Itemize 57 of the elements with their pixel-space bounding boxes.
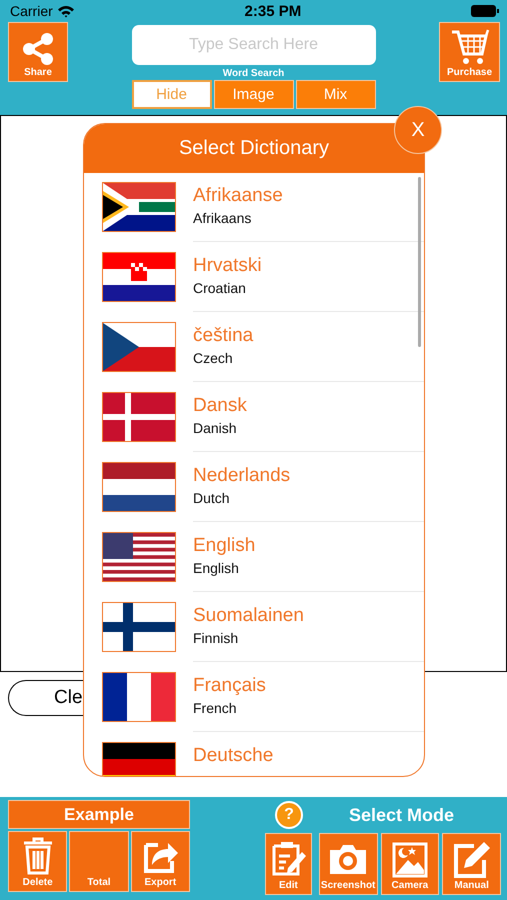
language-english-name: Czech: [193, 349, 234, 367]
clear-button[interactable]: Cle: [8, 680, 83, 716]
flag-icon: [103, 393, 175, 441]
mode-tab[interactable]: Hide: [132, 80, 212, 109]
dictionary-item[interactable]: English English: [84, 523, 424, 593]
wifi-icon: [56, 4, 75, 18]
language-name: čeština: [193, 325, 254, 347]
dictionary-item[interactable]: Afrikaanse Afrikaans: [84, 173, 424, 243]
dictionary-item[interactable]: Français French: [84, 663, 424, 733]
search-caption: Word Search: [222, 68, 284, 79]
language-english-name: French: [193, 699, 238, 717]
flag-icon: [103, 533, 175, 581]
cart-icon: [450, 28, 490, 66]
language-name: English: [193, 535, 256, 557]
language-name: Suomalainen: [193, 605, 305, 627]
share-button[interactable]: Share: [8, 22, 68, 82]
language-name: Dansk: [193, 395, 248, 417]
dictionary-item[interactable]: Deutsche: [84, 733, 424, 776]
status-time: 2:35 PM: [244, 2, 302, 20]
flag-icon: [103, 673, 175, 721]
language-name: Hrvatski: [193, 255, 263, 277]
mode-tab[interactable]: Mix: [296, 80, 376, 109]
mode-button[interactable]: Manual: [442, 833, 501, 895]
carrier-label: Carrier: [10, 3, 53, 19]
flag-icon: [103, 183, 175, 231]
mode-tab[interactable]: Image: [214, 80, 294, 109]
toolbar-button[interactable]: Delete: [8, 831, 68, 892]
language-english-name: Afrikaans: [193, 209, 252, 227]
dictionary-item[interactable]: Hrvatski Croatian: [84, 243, 424, 313]
mode-button[interactable]: Camera: [380, 833, 440, 895]
share-icon: [21, 32, 55, 66]
flag-icon: [103, 603, 175, 651]
language-english-name: English: [193, 559, 240, 577]
mode-button[interactable]: Edit: [265, 833, 312, 895]
dictionary-item[interactable]: Nederlands Dutch: [84, 453, 424, 523]
flag-icon: [103, 253, 175, 301]
language-name: Deutsche: [193, 745, 274, 767]
purchase-button[interactable]: Purchase: [439, 22, 500, 82]
dictionary-item[interactable]: Suomalainen Finnish: [84, 593, 424, 663]
language-name: Nederlands: [193, 465, 292, 487]
toolbar-button[interactable]: Total: [69, 831, 129, 892]
language-english-name: Danish: [193, 419, 238, 437]
dictionary-item[interactable]: Dansk Danish: [84, 383, 424, 453]
dictionary-item[interactable]: čeština Czech: [84, 313, 424, 383]
toolbar-button[interactable]: Export: [130, 831, 190, 892]
flag-icon: [103, 463, 175, 511]
help-button[interactable]: ?: [275, 801, 303, 829]
mode-title: Select Mode: [349, 804, 454, 826]
language-english-name: Croatian: [193, 279, 247, 297]
language-name: Français: [193, 675, 267, 697]
flag-icon: [103, 323, 175, 371]
language-english-name: Finnish: [193, 629, 240, 647]
mode-button[interactable]: Screenshot: [318, 833, 378, 895]
battery-icon: [470, 5, 499, 17]
language-english-name: Dutch: [193, 489, 231, 507]
language-name: Afrikaanse: [193, 185, 284, 207]
example-label: Example: [8, 800, 190, 829]
